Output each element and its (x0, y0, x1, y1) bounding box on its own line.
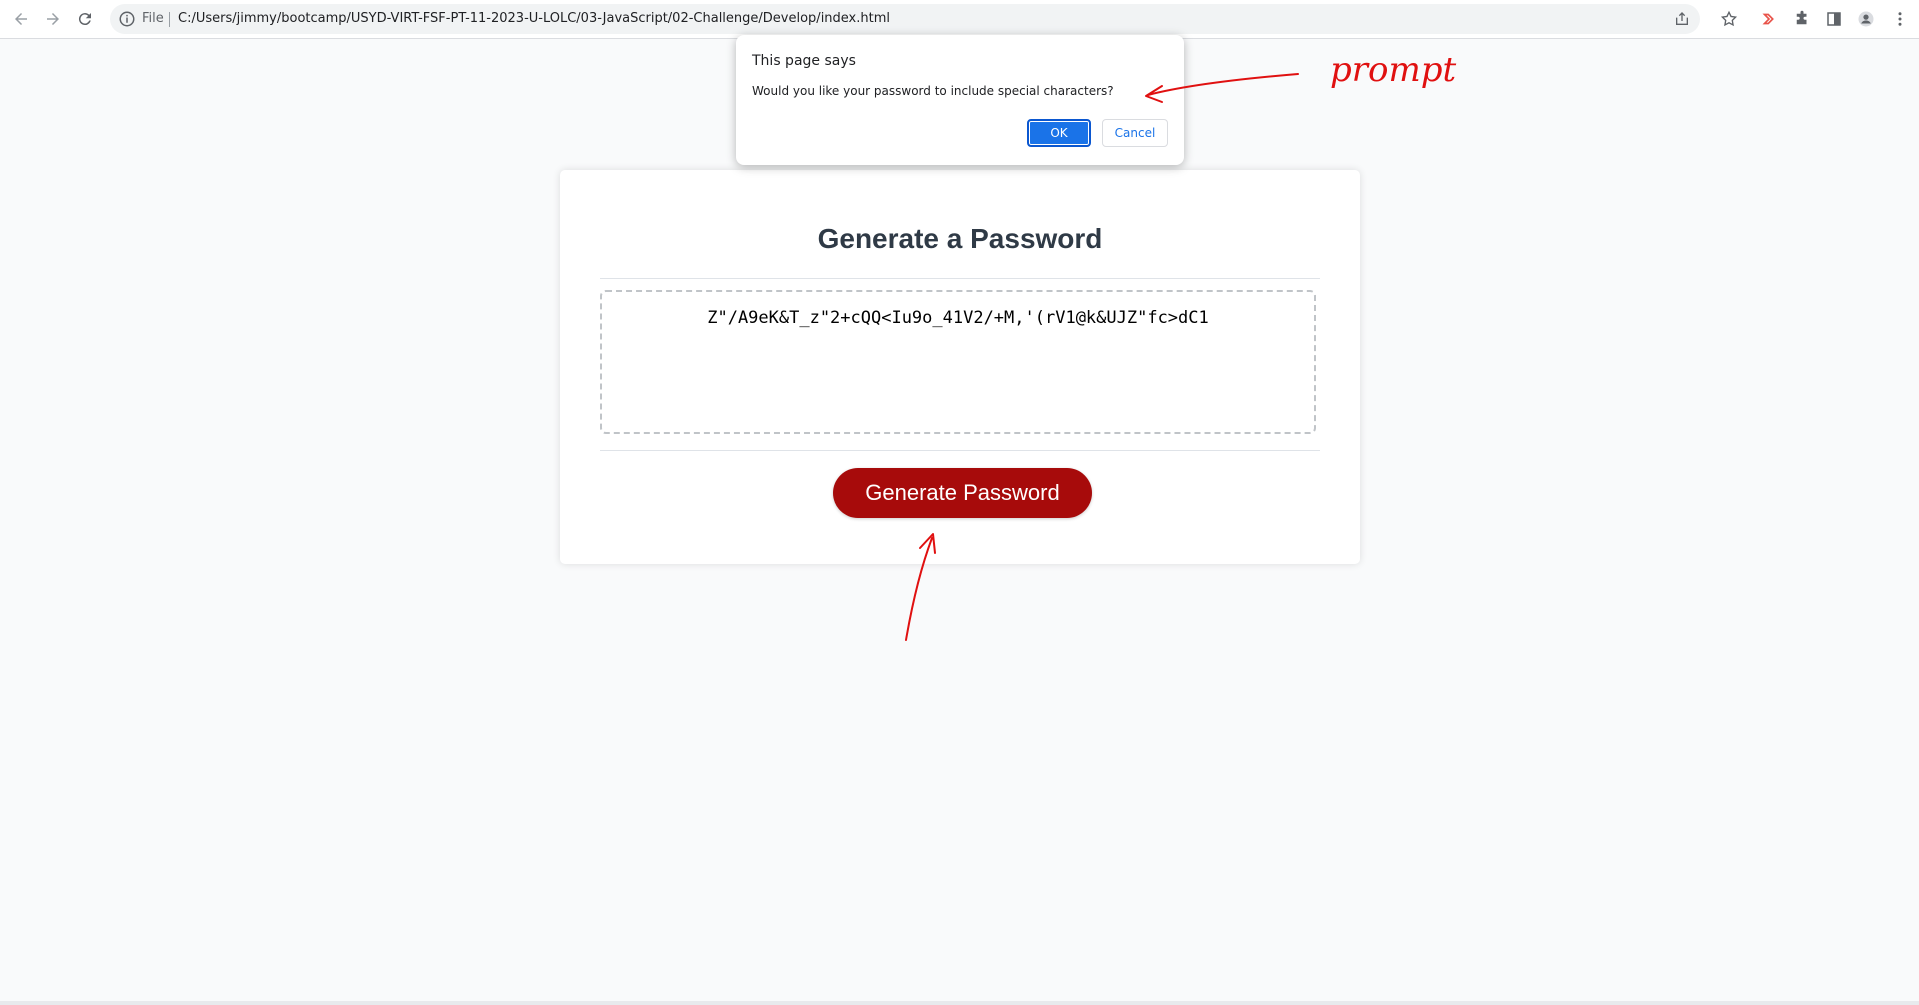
cancel-button[interactable]: Cancel (1102, 119, 1168, 147)
scheme-label: File (142, 11, 164, 26)
dialog-title: This page says (752, 53, 856, 69)
url-text[interactable]: C:/Users/jimmy/bootcamp/USYD-VIRT-FSF-PT… (178, 11, 890, 26)
header-divider (600, 278, 1320, 279)
window-bottom-edge (0, 1001, 1919, 1005)
menu-kebab-icon[interactable] (1889, 8, 1911, 30)
browser-toolbar: File C:/Users/jimmy/bootcamp/USYD-VIRT-F… (0, 0, 1919, 39)
password-card: Generate a Password Generate Password (560, 170, 1360, 564)
scheme-divider (169, 12, 170, 27)
generate-password-button[interactable]: Generate Password (833, 468, 1092, 518)
side-panel-icon[interactable] (1823, 8, 1845, 30)
share-icon[interactable] (1672, 9, 1692, 29)
star-icon[interactable] (1718, 8, 1740, 30)
address-bar[interactable]: File C:/Users/jimmy/bootcamp/USYD-VIRT-F… (110, 4, 1700, 34)
back-arrow-icon[interactable] (9, 7, 33, 31)
page-title: Generate a Password (817, 223, 1103, 254)
profile-icon[interactable] (1855, 8, 1877, 30)
forward-arrow-icon[interactable] (41, 7, 65, 31)
confirm-dialog: This page says Would you like your passw… (736, 35, 1184, 165)
annotation-label: prompt (1330, 50, 1457, 90)
password-output[interactable] (600, 290, 1316, 434)
ok-button[interactable]: OK (1027, 119, 1091, 147)
info-icon[interactable] (118, 10, 136, 28)
footer-divider (600, 450, 1320, 451)
dialog-message: Would you like your password to include … (752, 84, 1114, 98)
puzzle-icon[interactable] (1791, 8, 1813, 30)
extension-red-icon[interactable] (1758, 8, 1780, 30)
reload-icon[interactable] (73, 7, 97, 31)
